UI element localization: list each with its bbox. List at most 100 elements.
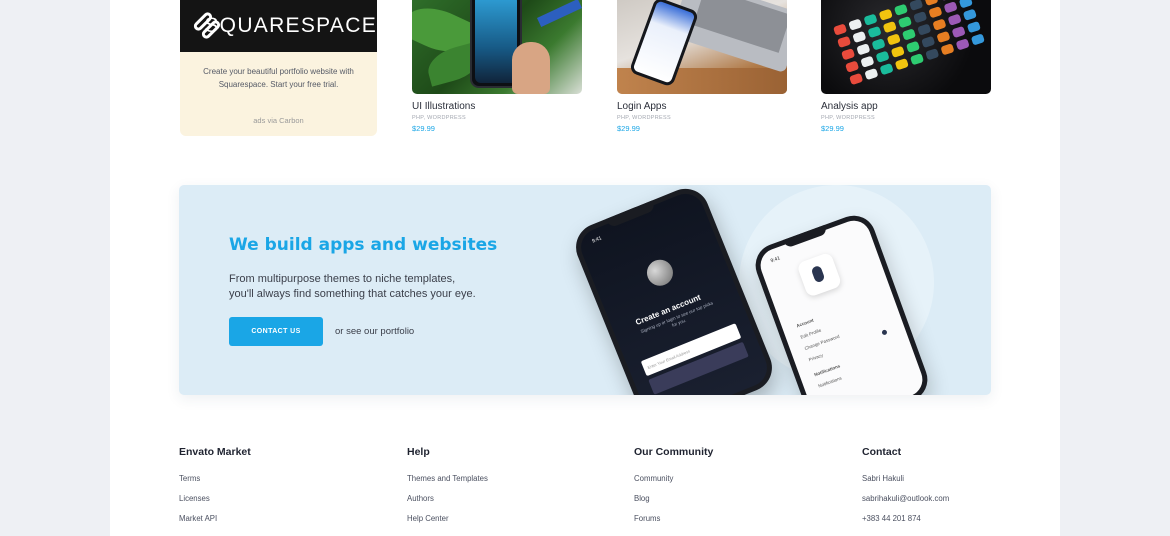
app-logo-icon bbox=[796, 251, 843, 298]
app-tile-icon bbox=[909, 53, 925, 66]
app-tile-icon bbox=[940, 43, 955, 56]
carbon-ad-card[interactable]: SQUARESPACE Create your beautiful portfo… bbox=[180, 0, 377, 136]
portfolio-link[interactable]: or see our portfolio bbox=[335, 326, 414, 337]
settings-row: Account bbox=[795, 317, 815, 329]
app-tile-icon bbox=[867, 25, 882, 39]
app-tile-icon bbox=[955, 38, 970, 51]
app-tile-icon bbox=[962, 8, 977, 21]
app-tile-icon bbox=[958, 0, 973, 9]
banner-lead-line1: From multipurpose themes to niche templa… bbox=[229, 273, 456, 285]
page-container: SQUARESPACE Create your beautiful portfo… bbox=[110, 0, 1060, 536]
product-name[interactable]: Analysis app bbox=[821, 101, 991, 112]
app-tile-icon bbox=[928, 6, 943, 19]
contact-name: Sabri Hakuli bbox=[862, 474, 905, 483]
app-tile-icon bbox=[879, 62, 894, 76]
product-meta: PHP, WORDPRESS bbox=[412, 115, 466, 121]
footer-column-envato: Envato Market Terms Licenses Market API bbox=[179, 446, 251, 534]
squarespace-logo: SQUARESPACE bbox=[180, 0, 377, 52]
app-tile-icon bbox=[913, 11, 928, 24]
ad-text[interactable]: Create your beautiful portfolio website … bbox=[180, 52, 377, 91]
app-tile-icon bbox=[894, 58, 909, 71]
promo-banner: We build apps and websites From multipur… bbox=[179, 185, 991, 395]
footer-link-community[interactable]: Community bbox=[634, 474, 713, 494]
footer-heading: Envato Market bbox=[179, 446, 251, 458]
product-card[interactable]: Analysis app PHP, WORDPRESS $29.99 bbox=[821, 0, 991, 133]
footer-link-authors[interactable]: Authors bbox=[407, 494, 488, 514]
settings-row: Edit Profile bbox=[799, 327, 822, 340]
app-tile-icon bbox=[841, 48, 856, 61]
app-tile-icon bbox=[925, 48, 940, 61]
footer-link-help-center[interactable]: Help Center bbox=[407, 514, 488, 534]
app-tile-icon bbox=[833, 23, 848, 36]
app-tile-icon bbox=[856, 43, 871, 56]
app-tile-icon bbox=[924, 0, 939, 7]
squarespace-mark-icon bbox=[192, 10, 222, 41]
footer-column-contact: Contact Sabri Hakuli sabrihakuli@outlook… bbox=[862, 446, 949, 534]
footer-heading: Help bbox=[407, 446, 430, 458]
ad-via-link[interactable]: ads via Carbon bbox=[180, 116, 377, 125]
app-tile-icon bbox=[863, 13, 878, 26]
footer-heading: Our Community bbox=[634, 446, 714, 458]
app-tile-icon bbox=[939, 0, 954, 2]
app-tile-icon bbox=[943, 1, 958, 14]
app-tile-icon bbox=[871, 38, 886, 51]
settings-row: Privacy bbox=[807, 352, 824, 363]
footer-link-forums[interactable]: Forums bbox=[634, 514, 713, 534]
app-tile-icon bbox=[897, 16, 913, 29]
footer-link-themes[interactable]: Themes and Templates bbox=[407, 474, 488, 494]
settings-row: Notifications bbox=[817, 375, 843, 389]
app-tile-icon bbox=[849, 72, 864, 86]
product-meta: PHP, WORDPRESS bbox=[617, 115, 671, 121]
product-thumbnail[interactable] bbox=[412, 0, 582, 94]
app-tile-icon bbox=[893, 3, 909, 16]
product-meta: PHP, WORDPRESS bbox=[821, 115, 875, 121]
phone-time: 9:41 bbox=[591, 235, 603, 245]
product-thumbnail[interactable] bbox=[821, 0, 991, 94]
footer-column-help: Help Themes and Templates Authors Help C… bbox=[407, 446, 488, 534]
app-tile-icon bbox=[917, 23, 932, 36]
product-name[interactable]: UI Illustrations bbox=[412, 101, 582, 112]
footer-link-terms[interactable]: Terms bbox=[179, 474, 251, 494]
banner-lead: From multipurpose themes to niche templa… bbox=[229, 272, 519, 302]
product-price: $29.99 bbox=[821, 124, 844, 133]
app-tile-icon bbox=[905, 40, 921, 53]
contact-phone-link[interactable]: +383 44 201 874 bbox=[862, 514, 949, 534]
app-tile-icon bbox=[875, 50, 890, 63]
toggle-dot-icon bbox=[881, 329, 888, 336]
app-tile-icon bbox=[890, 45, 905, 58]
app-tile-icon bbox=[909, 0, 924, 11]
app-tile-icon bbox=[947, 13, 962, 26]
app-tile-icon bbox=[921, 35, 936, 49]
footer-link-market-api[interactable]: Market API bbox=[179, 514, 251, 534]
app-tile-icon bbox=[932, 18, 947, 31]
product-card[interactable]: UI Illustrations PHP, WORDPRESS $29.99 bbox=[412, 0, 582, 133]
footer-link-blog[interactable]: Blog bbox=[634, 494, 713, 514]
app-tile-icon bbox=[886, 33, 901, 46]
contact-us-button[interactable]: CONTACT US bbox=[229, 317, 323, 346]
app-tile-icon bbox=[882, 20, 897, 34]
phone-time: 9:41 bbox=[769, 255, 782, 265]
product-thumbnail[interactable] bbox=[617, 0, 787, 94]
app-tile-icon bbox=[878, 8, 893, 21]
ad-brand-name: SQUARESPACE bbox=[204, 14, 377, 37]
app-tile-icon bbox=[837, 35, 852, 49]
footer-heading: Contact bbox=[862, 446, 902, 458]
product-name[interactable]: Login Apps bbox=[617, 101, 787, 112]
product-card[interactable]: Login Apps PHP, WORDPRESS $29.99 bbox=[617, 0, 787, 133]
banner-lead-line2: you'll always find something that catche… bbox=[229, 288, 476, 300]
product-price: $29.99 bbox=[617, 124, 640, 133]
banner-title: We build apps and websites bbox=[229, 235, 498, 255]
app-tile-icon bbox=[845, 60, 860, 73]
app-tile-icon bbox=[852, 30, 867, 44]
contact-email-link[interactable]: sabrihakuli@outlook.com bbox=[862, 494, 949, 514]
footer-column-community: Our Community Community Blog Forums bbox=[634, 446, 713, 534]
moon-illustration bbox=[643, 255, 677, 290]
product-price: $29.99 bbox=[412, 124, 435, 133]
app-tile-icon bbox=[901, 28, 917, 41]
app-tile-icon bbox=[936, 30, 951, 44]
app-tile-icon bbox=[848, 18, 863, 31]
app-tile-icon bbox=[970, 33, 985, 46]
settings-row: Notifications bbox=[813, 363, 841, 378]
app-tile-icon bbox=[864, 67, 879, 81]
footer-link-licenses[interactable]: Licenses bbox=[179, 494, 251, 514]
